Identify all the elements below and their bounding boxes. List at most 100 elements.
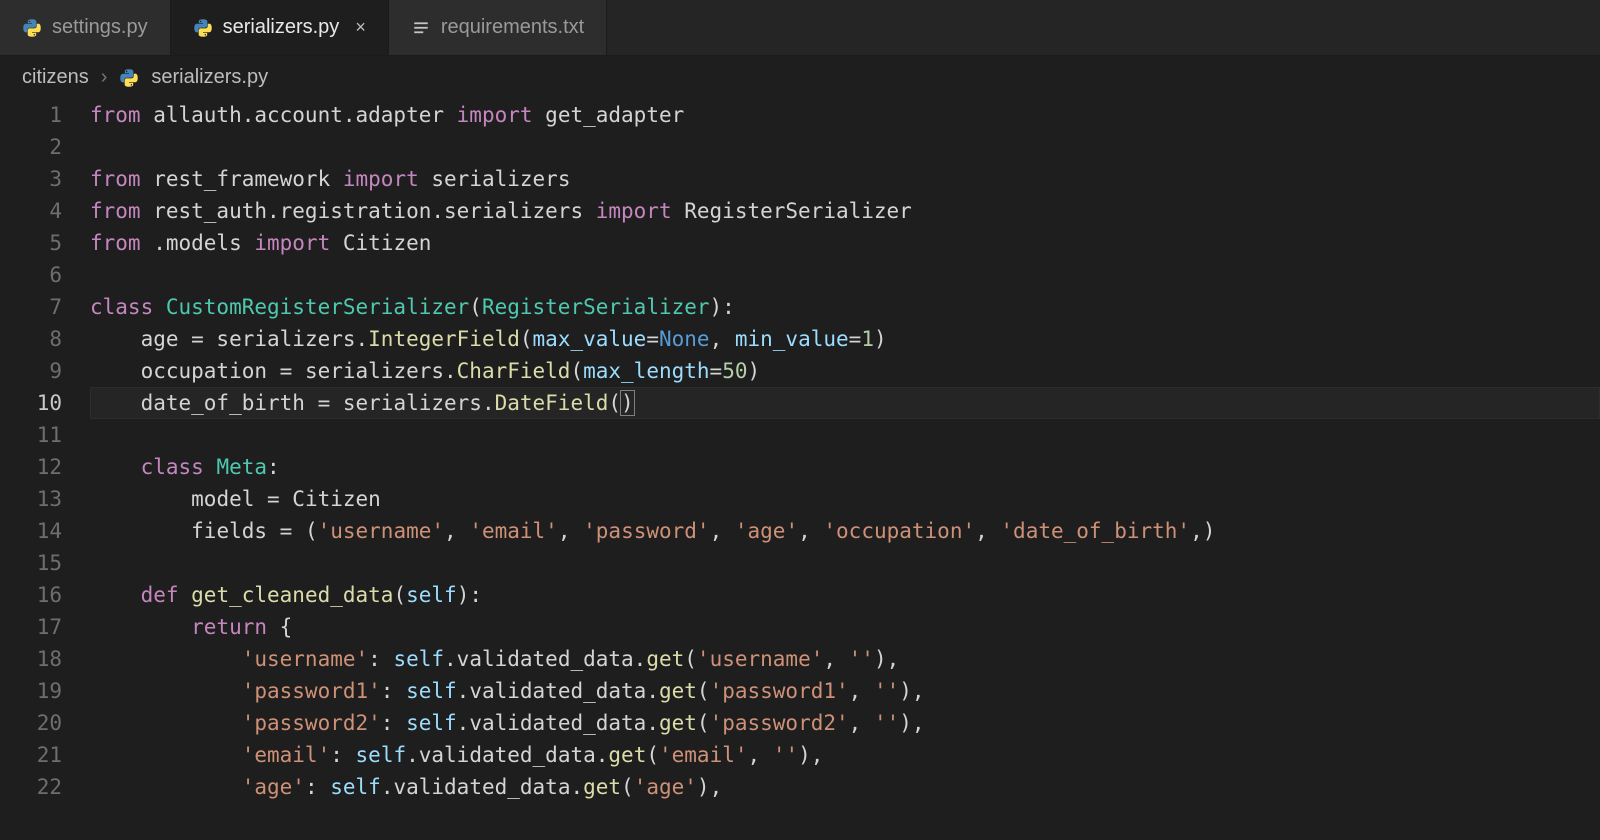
code-content[interactable]: 'password2': self.validated_data.get('pa… <box>90 707 1600 739</box>
code-line[interactable]: 11 <box>0 419 1600 451</box>
token: .validated_data. <box>457 711 659 735</box>
code-content[interactable]: class CustomRegisterSerializer(RegisterS… <box>90 291 1600 323</box>
code-line[interactable]: 19 'password1': self.validated_data.get(… <box>0 675 1600 707</box>
text-file-icon <box>411 18 431 38</box>
code-line[interactable]: 22 'age': self.validated_data.get('age')… <box>0 771 1600 803</box>
code-line[interactable]: 2 <box>0 131 1600 163</box>
code-line[interactable]: 15 <box>0 547 1600 579</box>
python-file-icon <box>119 68 139 88</box>
code-line[interactable]: 17 return { <box>0 611 1600 643</box>
gutter <box>0 99 90 803</box>
token: 'email' <box>469 519 558 543</box>
token: 'username' <box>697 647 823 671</box>
token: , <box>444 519 469 543</box>
token: self <box>406 679 457 703</box>
code-line[interactable]: 9 occupation = serializers.CharField(max… <box>0 355 1600 387</box>
code-line[interactable]: 16 def get_cleaned_data(self): <box>0 579 1600 611</box>
code-content[interactable]: age = serializers.IntegerField(max_value… <box>90 323 1600 355</box>
code-content[interactable]: from .models import Citizen <box>90 227 1600 259</box>
code-content[interactable]: 'username': self.validated_data.get('use… <box>90 643 1600 675</box>
code-line[interactable]: 1from allauth.account.adapter import get… <box>0 99 1600 131</box>
code-content[interactable]: return { <box>90 611 1600 643</box>
token: Meta <box>216 455 267 479</box>
code-content[interactable]: occupation = serializers.CharField(max_l… <box>90 355 1600 387</box>
token: ), <box>874 647 899 671</box>
code-line[interactable]: 14 fields = ('username', 'email', 'passw… <box>0 515 1600 547</box>
token: import <box>254 231 343 255</box>
code-line[interactable]: 4from rest_auth.registration.serializers… <box>0 195 1600 227</box>
code-line[interactable]: 21 'email': self.validated_data.get('ema… <box>0 739 1600 771</box>
python-file-icon <box>22 18 42 38</box>
token: None <box>659 327 710 351</box>
tab-bar: settings.pyserializers.py× requirements.t… <box>0 0 1600 56</box>
code-line[interactable]: 8 age = serializers.IntegerField(max_val… <box>0 323 1600 355</box>
code-content[interactable]: fields = ('username', 'email', 'password… <box>90 515 1600 547</box>
token: ( <box>570 359 583 383</box>
code-content[interactable]: from rest_auth.registration.serializers … <box>90 195 1600 227</box>
code-content[interactable]: from allauth.account.adapter import get_… <box>90 99 1600 131</box>
token: date_of_birth = serializers. <box>141 391 495 415</box>
token: ) <box>748 359 761 383</box>
code-content[interactable]: date_of_birth = serializers.DateField() <box>90 387 1600 419</box>
code-line[interactable]: 6 <box>0 259 1600 291</box>
code-content[interactable]: from rest_framework import serializers <box>90 163 1600 195</box>
token: 'password2' <box>710 711 849 735</box>
token: self <box>330 775 381 799</box>
token: ), <box>899 711 924 735</box>
token: ( <box>646 743 659 767</box>
token: self <box>356 743 407 767</box>
token: min_value <box>735 327 849 351</box>
token: ), <box>697 775 722 799</box>
tab-settings-py[interactable]: settings.py <box>0 0 171 55</box>
token: rest_framework <box>153 167 343 191</box>
token: rest_auth.registration.serializers <box>153 199 596 223</box>
token: , <box>975 519 1000 543</box>
close-icon[interactable]: × <box>355 17 366 38</box>
code-editor[interactable]: 1from allauth.account.adapter import get… <box>0 99 1600 803</box>
token: get_adapter <box>545 103 684 127</box>
code-content[interactable]: class Meta: <box>90 451 1600 483</box>
chevron-right-icon: › <box>101 66 108 89</box>
token: get <box>659 679 697 703</box>
code-content[interactable]: 'password1': self.validated_data.get('pa… <box>90 675 1600 707</box>
token: ) <box>874 327 887 351</box>
token: max_length <box>583 359 709 383</box>
code-line[interactable]: 20 'password2': self.validated_data.get(… <box>0 707 1600 739</box>
code-content[interactable]: 'email': self.validated_data.get('email'… <box>90 739 1600 771</box>
token: get <box>646 647 684 671</box>
token: '' <box>874 711 899 735</box>
token: ): <box>710 295 735 319</box>
tab-serializers-py[interactable]: serializers.py× <box>171 0 389 55</box>
breadcrumb-folder[interactable]: citizens <box>22 66 89 89</box>
code-line[interactable]: 12 class Meta: <box>0 451 1600 483</box>
code-content[interactable]: def get_cleaned_data(self): <box>90 579 1600 611</box>
token: : <box>305 775 330 799</box>
token: .validated_data. <box>444 647 646 671</box>
token: get <box>583 775 621 799</box>
token: : <box>381 711 406 735</box>
code-content[interactable]: model = Citizen <box>90 483 1600 515</box>
token: model = Citizen <box>191 487 381 511</box>
code-line[interactable]: 10 date_of_birth = serializers.DateField… <box>0 387 1600 419</box>
token: '' <box>849 647 874 671</box>
breadcrumb[interactable]: citizens › serializers.py <box>0 56 1600 99</box>
token: from <box>90 199 153 223</box>
token: from <box>90 103 153 127</box>
code-line[interactable]: 18 'username': self.validated_data.get('… <box>0 643 1600 675</box>
token: max_value <box>533 327 647 351</box>
token: Citizen <box>343 231 432 255</box>
breadcrumb-file[interactable]: serializers.py <box>151 66 268 89</box>
token: serializers <box>431 167 570 191</box>
tab-label: requirements.txt <box>441 16 584 39</box>
token: ( <box>697 711 710 735</box>
code-line[interactable]: 7class CustomRegisterSerializer(Register… <box>0 291 1600 323</box>
token: class <box>141 455 217 479</box>
token: from <box>90 167 153 191</box>
code-content[interactable]: 'age': self.validated_data.get('age'), <box>90 771 1600 803</box>
token: CustomRegisterSerializer <box>166 295 469 319</box>
code-line[interactable]: 3from rest_framework import serializers <box>0 163 1600 195</box>
code-line[interactable]: 13 model = Citizen <box>0 483 1600 515</box>
tab-requirements-txt[interactable]: requirements.txt <box>389 0 607 55</box>
token: 'occupation' <box>823 519 975 543</box>
code-line[interactable]: 5from .models import Citizen <box>0 227 1600 259</box>
